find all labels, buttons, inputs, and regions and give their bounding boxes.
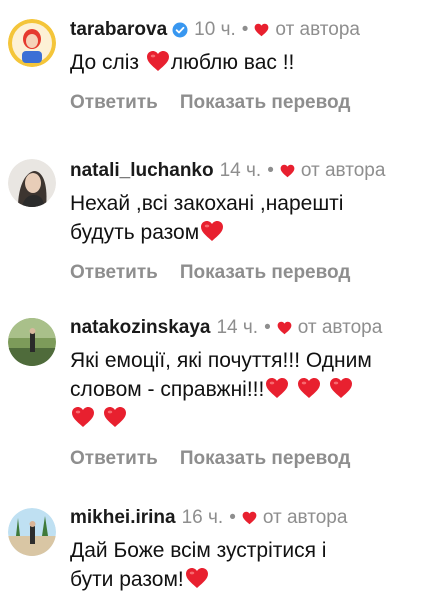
author-label: от автора [297,317,383,338]
comment-username[interactable]: tarabarova [70,18,167,42]
comment-username[interactable]: mikhei.irina [70,506,176,530]
avatar[interactable] [8,19,56,67]
author-label: от автора [275,19,360,40]
red-heart-emoji-icon [185,567,209,589]
red-heart-emoji-icon [297,377,321,399]
avatar[interactable] [8,508,56,556]
reply-button[interactable]: Ответить [70,448,158,469]
comment-username[interactable]: natali_luchanko [70,159,214,183]
comment-timestamp: 14 ч. [216,317,259,338]
separator-dot: • [229,507,236,528]
verified-badge-icon [172,22,188,38]
separator-dot: • [241,19,249,40]
comment-timestamp: 16 ч. [181,507,224,528]
liked-by-author-heart-icon [242,511,257,525]
separator-dot: • [267,160,274,181]
author-label: от автора [262,507,348,528]
comment-username[interactable]: natakozinskaya [70,316,210,340]
comment-text: Нехай ,всі закохані ,нарешті будуть разом [70,192,344,244]
avatar[interactable] [8,318,56,366]
reply-button[interactable]: Ответить [70,262,158,283]
comment-text: До сліз люблю вас !! [70,50,295,74]
show-translation-button[interactable]: Показать перевод [180,262,351,283]
show-translation-button[interactable]: Показать перевод [180,448,351,469]
comment-timestamp: 10 ч. [194,19,236,40]
comment-text: Дай Боже всім зустрітися і бути разом! [70,539,327,591]
red-heart-emoji-icon [103,406,127,428]
author-label: от автора [300,160,386,181]
red-heart-emoji-icon [265,377,289,399]
red-heart-emoji-icon [329,377,353,399]
liked-by-author-heart-icon [277,321,292,335]
red-heart-emoji-icon [71,406,95,428]
show-translation-button[interactable]: Показать перевод [180,92,351,113]
comment-text: Які емоції, які почуття!!! Одним словом -… [70,346,428,433]
red-heart-emoji-icon [200,220,224,242]
comment-timestamp: 14 ч. [219,160,262,181]
reply-button[interactable]: Ответить [70,92,158,113]
red-heart-emoji-icon [146,50,170,72]
liked-by-author-heart-icon [280,164,295,178]
liked-by-author-heart-icon [254,23,269,37]
avatar[interactable] [8,159,56,207]
separator-dot: • [264,317,271,338]
